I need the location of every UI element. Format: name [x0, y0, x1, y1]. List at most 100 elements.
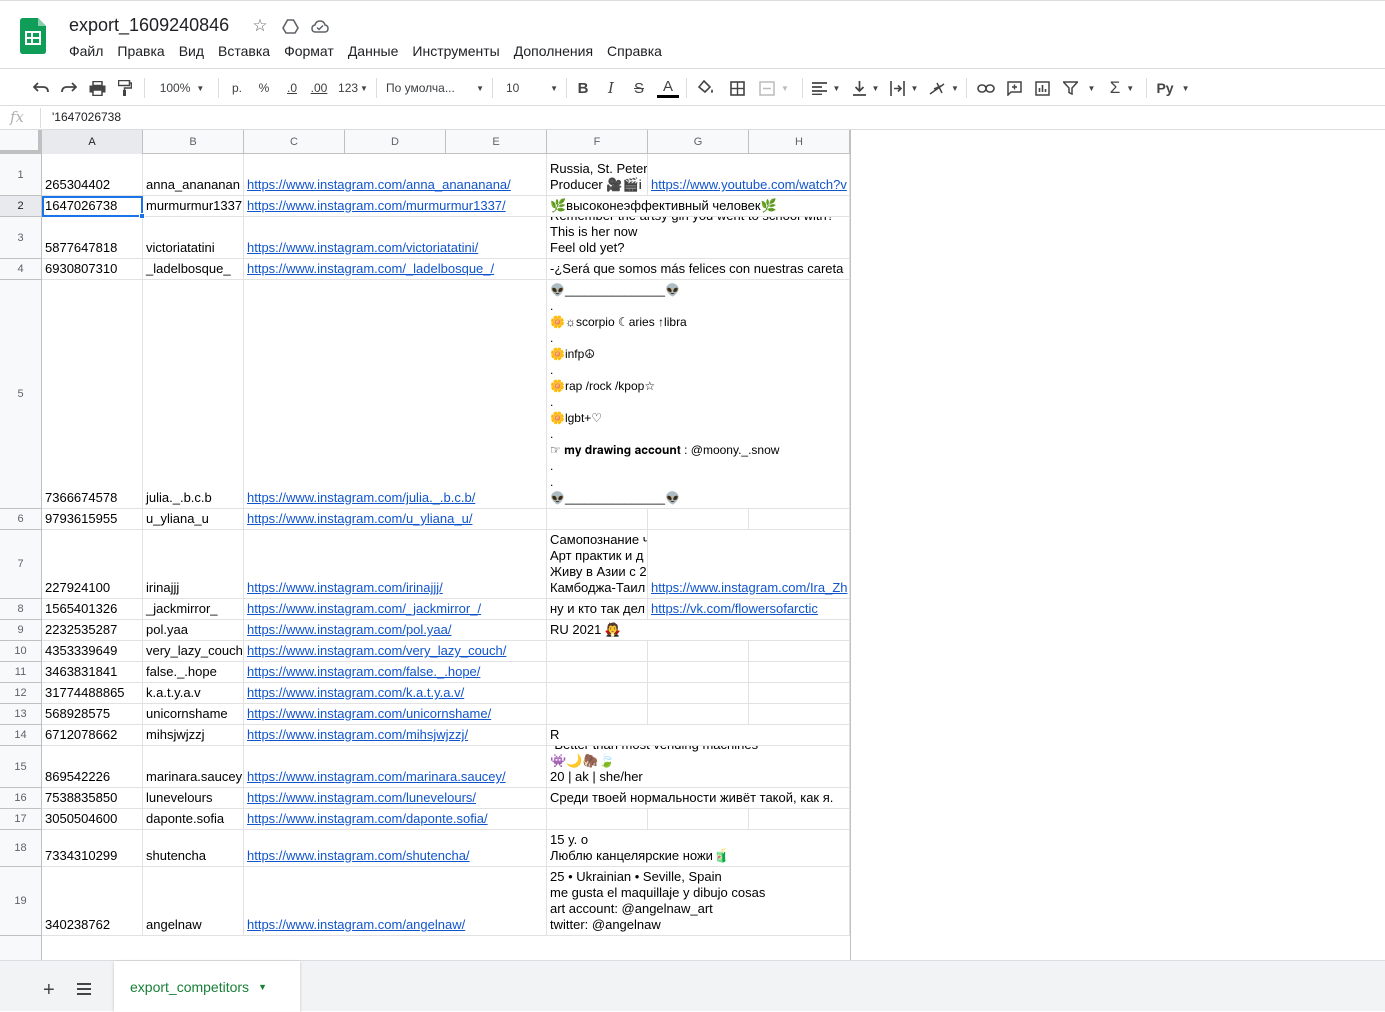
- cell-username[interactable]: k.a.t.y.a.v: [143, 683, 244, 704]
- row-header[interactable]: 19: [0, 867, 42, 936]
- row-header[interactable]: 6: [0, 509, 42, 530]
- cell-id[interactable]: 31774488865: [42, 683, 143, 704]
- cell-bio[interactable]: [547, 809, 648, 830]
- cell-empty[interactable]: [749, 704, 850, 725]
- cell-id[interactable]: 7366674578: [42, 280, 143, 509]
- cell-bio[interactable]: 15 y. o Люблю канцелярские ножи🧃: [547, 830, 850, 867]
- cell-empty[interactable]: [648, 641, 749, 662]
- row-header[interactable]: [0, 936, 42, 960]
- cell-username[interactable]: mihsjwjzzj: [143, 725, 244, 746]
- row-header[interactable]: 2: [0, 196, 42, 217]
- cell-empty[interactable]: [648, 704, 749, 725]
- cell-id[interactable]: 7538835850: [42, 788, 143, 809]
- cell-id[interactable]: 6930807310: [42, 259, 143, 280]
- row-header[interactable]: 9: [0, 620, 42, 641]
- cell-bio[interactable]: -¿Será que somos más felices con nuestra…: [547, 259, 850, 280]
- sheet-menu-chevron-icon[interactable]: ▼: [258, 982, 267, 992]
- cell-empty[interactable]: [648, 662, 749, 683]
- cell-bio[interactable]: “Better than most vending machines”👾🌙🦣🍃2…: [547, 746, 850, 788]
- cell-id[interactable]: 3050504600: [42, 809, 143, 830]
- row-header[interactable]: 16: [0, 788, 42, 809]
- cell-profile-link[interactable]: https://www.instagram.com/shutencha/: [244, 830, 547, 867]
- cell-id[interactable]: 265304402: [42, 154, 143, 196]
- cell-id[interactable]: 4353339649: [42, 641, 143, 662]
- cell-username[interactable]: _ladelbosque_: [143, 259, 244, 280]
- row-header[interactable]: 11: [0, 662, 42, 683]
- cell-bio[interactable]: Самопознание ч Арт практик и д Живу в Азии…: [547, 530, 648, 599]
- cell-id[interactable]: 6712078662: [42, 725, 143, 746]
- vertical-align-icon[interactable]: ▼: [850, 76, 882, 100]
- formula-input[interactable]: '1647026738: [52, 110, 121, 124]
- cell-bio[interactable]: [547, 704, 648, 725]
- sheet-tab-active[interactable]: export_competitors ▼: [114, 961, 300, 1012]
- insert-comment-icon[interactable]: [1003, 76, 1025, 100]
- cell-username[interactable]: marinara.saucey: [143, 746, 244, 788]
- row-header[interactable]: 18: [0, 830, 42, 867]
- cell-bio[interactable]: [547, 662, 648, 683]
- menu-tools[interactable]: Инструменты: [405, 41, 506, 61]
- menu-view[interactable]: Вид: [172, 41, 211, 61]
- cell-profile-link[interactable]: https://www.instagram.com/pol.yaa/: [244, 620, 547, 641]
- cell-profile-link[interactable]: https://www.instagram.com/unicornshame/: [244, 704, 547, 725]
- cell-username[interactable]: very_lazy_couch: [143, 641, 244, 662]
- cell-profile-link[interactable]: https://www.instagram.com/u_yliana_u/: [244, 509, 547, 530]
- cell-username[interactable]: u_yliana_u: [143, 509, 244, 530]
- cell-profile-link[interactable]: https://www.instagram.com/murmurmur1337/: [244, 196, 547, 217]
- cell-profile-link[interactable]: https://www.instagram.com/marinara.sauce…: [244, 746, 547, 788]
- percent-format-button[interactable]: %: [254, 76, 274, 100]
- column-header-h[interactable]: H: [749, 130, 850, 154]
- cell-bio[interactable]: 🌿высоконеэффективный человек🌿: [547, 196, 850, 217]
- menu-edit[interactable]: Правка: [110, 41, 171, 61]
- sheets-logo-icon[interactable]: [20, 18, 46, 54]
- row-header[interactable]: 5: [0, 280, 42, 509]
- cell-username[interactable]: angelnaw: [143, 867, 244, 936]
- row-header[interactable]: 1: [0, 154, 42, 196]
- cell-empty[interactable]: [749, 641, 850, 662]
- print-icon[interactable]: [86, 76, 108, 100]
- cell-empty[interactable]: [749, 809, 850, 830]
- italic-button[interactable]: I: [601, 76, 621, 100]
- drive-icon[interactable]: [280, 16, 300, 36]
- cell-username[interactable]: pol.yaa: [143, 620, 244, 641]
- cell-bio[interactable]: [547, 641, 648, 662]
- cell-bio[interactable]: [547, 509, 648, 530]
- menu-format[interactable]: Формат: [277, 41, 341, 61]
- row-header[interactable]: 14: [0, 725, 42, 746]
- row-header[interactable]: 17: [0, 809, 42, 830]
- increase-decimal-button[interactable]: .00: [306, 76, 332, 100]
- add-sheet-icon[interactable]: +: [43, 979, 55, 1002]
- cell-username[interactable]: lunevelours: [143, 788, 244, 809]
- text-rotation-icon[interactable]: ▼: [928, 76, 960, 100]
- cell-profile-link[interactable]: https://www.instagram.com/false._.hope/: [244, 662, 547, 683]
- menu-insert[interactable]: Вставка: [211, 41, 277, 61]
- document-title[interactable]: export_1609240846: [69, 15, 229, 36]
- cell-profile-link[interactable]: https://www.instagram.com/_ladelbosque_/: [244, 259, 547, 280]
- currency-format-button[interactable]: р.: [226, 76, 248, 100]
- cell-empty[interactable]: [648, 683, 749, 704]
- cell-username[interactable]: _jackmirror_: [143, 599, 244, 620]
- column-header-c[interactable]: C: [244, 130, 345, 154]
- menu-file[interactable]: Файл: [62, 41, 110, 61]
- merge-cells-icon[interactable]: ▼: [754, 76, 794, 100]
- cell-username[interactable]: victoriatatini: [143, 217, 244, 259]
- cell-profile-link[interactable]: https://www.instagram.com/daponte.sofia/: [244, 809, 547, 830]
- cell-profile-link[interactable]: https://www.instagram.com/_jackmirror_/: [244, 599, 547, 620]
- row-header[interactable]: 3: [0, 217, 42, 259]
- text-wrap-icon[interactable]: ▼: [888, 76, 920, 100]
- cell-profile-link[interactable]: https://www.instagram.com/irinajjj/: [244, 530, 547, 599]
- functions-icon[interactable]: Σ ▼: [1106, 76, 1138, 100]
- cell-empty[interactable]: [648, 509, 749, 530]
- filter-icon[interactable]: ▼: [1060, 76, 1098, 100]
- star-icon[interactable]: ☆: [250, 16, 270, 36]
- cell-profile-link[interactable]: https://www.instagram.com/very_lazy_couc…: [244, 641, 547, 662]
- cell-id[interactable]: 3463831841: [42, 662, 143, 683]
- cell-username[interactable]: anna_anananan: [143, 154, 244, 196]
- row-header[interactable]: 8: [0, 599, 42, 620]
- row-header[interactable]: 13: [0, 704, 42, 725]
- cell-id[interactable]: 5877647818: [42, 217, 143, 259]
- cell-id[interactable]: 7334310299: [42, 830, 143, 867]
- cell-bio[interactable]: Среди твоей нормальности живёт такой, ка…: [547, 788, 850, 809]
- cell-extra-link[interactable]: https://www.instagram.com/Ira_Zh: [648, 530, 850, 599]
- undo-icon[interactable]: [30, 76, 52, 100]
- cell-profile-link[interactable]: https://www.instagram.com/k.a.t.y.a.v/: [244, 683, 547, 704]
